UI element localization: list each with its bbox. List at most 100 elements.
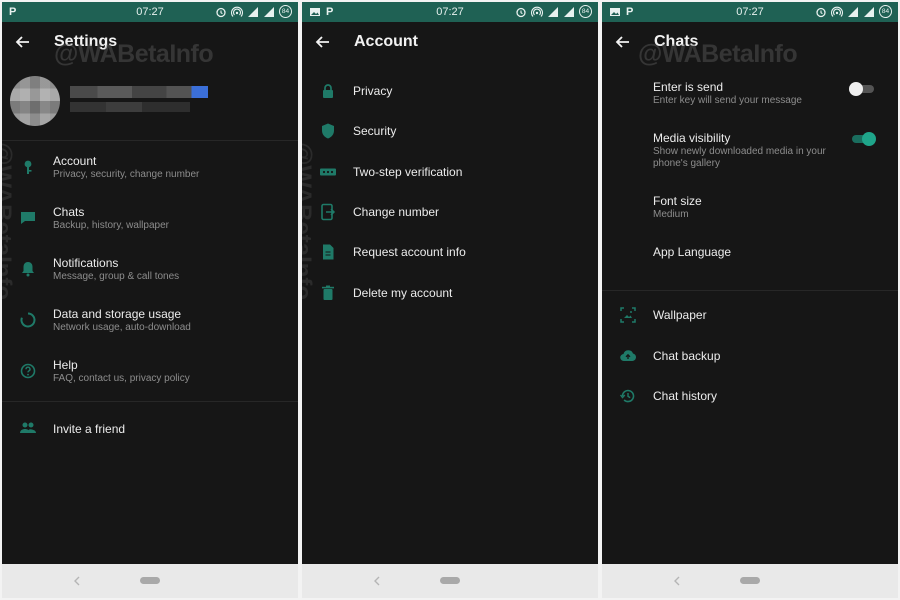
avatar[interactable] <box>10 76 60 126</box>
chats-setting-sub: Show newly downloaded media in your phon… <box>653 146 826 169</box>
signal-icon <box>264 6 274 17</box>
signal-icon <box>864 6 874 17</box>
account-item-request-info[interactable]: Request account info <box>302 237 598 267</box>
chats-setting-enter-is-send[interactable]: Enter is send Enter key will send your m… <box>602 76 898 116</box>
account-item-change-number[interactable]: Change number <box>302 197 598 227</box>
key-icon <box>24 160 32 174</box>
chats-setting-label: Font size <box>653 194 702 208</box>
account-item-label: Privacy <box>353 84 393 98</box>
trash-icon <box>322 285 334 300</box>
nav-home-pill[interactable] <box>440 577 460 584</box>
hotspot-icon <box>231 6 243 17</box>
chats-setting-app-language[interactable]: App Language <box>602 240 898 268</box>
alarm-icon <box>516 7 526 17</box>
settings-item-chats[interactable]: Chats Backup, history, wallpaper <box>2 201 298 245</box>
settings-item-label: Account <box>53 154 97 168</box>
settings-item-sub: Network usage, auto-download <box>53 322 191 333</box>
shield-icon <box>322 123 334 139</box>
enter-is-send-toggle[interactable] <box>849 82 876 96</box>
hotspot-icon <box>831 6 843 17</box>
account-item-label: Two-step verification <box>353 165 463 179</box>
toggle-knob <box>862 132 876 146</box>
bell-icon <box>22 262 34 277</box>
signal-icon <box>248 6 258 17</box>
page-title: Account <box>354 33 418 50</box>
chats-setting-label: Enter is send <box>653 80 724 94</box>
watermark: @WABetaInfo <box>638 40 798 68</box>
nav-home-pill[interactable] <box>740 577 760 584</box>
chats-item-history[interactable]: Chat history <box>602 381 898 411</box>
signal-icon <box>548 6 558 17</box>
toggle-knob <box>849 82 863 96</box>
signal-icon <box>564 6 574 17</box>
settings-item-data-storage[interactable]: Data and storage usage Network usage, au… <box>2 303 298 347</box>
hotspot-icon <box>531 6 543 17</box>
change-number-icon <box>321 203 336 221</box>
system-nav-bar <box>602 564 898 598</box>
settings-item-sub: Message, group & call tones <box>53 271 180 282</box>
chats-screen: P 07:27 84 Chats @WABetaInfo Enter is se… <box>602 2 898 598</box>
wallpaper-icon <box>620 307 636 323</box>
data-usage-icon <box>20 312 36 328</box>
profile-name-blurred[interactable] <box>70 86 208 98</box>
alarm-icon <box>816 7 826 17</box>
status-bar: P 07:27 84 <box>602 2 898 22</box>
system-nav-bar <box>302 564 598 598</box>
account-item-privacy[interactable]: Privacy <box>302 76 598 106</box>
nav-home-pill[interactable] <box>140 577 160 584</box>
account-item-security[interactable]: Security <box>302 116 598 146</box>
help-icon <box>20 363 36 379</box>
chats-item-label: Chat backup <box>653 349 721 363</box>
nav-back-icon[interactable] <box>72 575 82 587</box>
nav-back-icon[interactable] <box>672 575 682 587</box>
battery-icon: 84 <box>879 5 892 18</box>
cloud-upload-icon <box>620 350 636 362</box>
chats-setting-sub: Medium <box>653 209 689 220</box>
chats-item-label: Chat history <box>653 389 718 403</box>
chats-item-label: Wallpaper <box>653 308 707 322</box>
back-arrow-icon[interactable] <box>14 33 32 51</box>
settings-item-account[interactable]: Account Privacy, security, change number <box>2 150 298 194</box>
watermark: @WABetaInfo <box>54 40 214 68</box>
settings-item-label: Help <box>53 358 78 372</box>
battery-icon: 84 <box>579 5 592 18</box>
alarm-icon <box>216 7 226 17</box>
document-icon <box>323 244 334 260</box>
settings-item-help[interactable]: Help FAQ, contact us, privacy policy <box>2 354 298 398</box>
invite-friend-item[interactable]: Invite a friend <box>2 413 298 443</box>
account-item-two-step[interactable]: Two-step verification <box>302 157 598 187</box>
back-arrow-icon[interactable] <box>314 33 332 51</box>
people-icon <box>20 422 36 433</box>
history-icon <box>619 389 635 403</box>
nav-back-icon[interactable] <box>372 575 382 587</box>
dots-icon <box>320 168 336 176</box>
system-nav-bar <box>2 564 298 598</box>
account-item-label: Change number <box>353 205 440 219</box>
account-item-label: Request account info <box>353 245 466 259</box>
chats-setting-label: Media visibility <box>653 131 731 145</box>
divider <box>602 290 898 291</box>
settings-item-sub: Backup, history, wallpaper <box>53 220 169 231</box>
settings-item-notifications[interactable]: Notifications Message, group & call tone… <box>2 252 298 296</box>
settings-item-label: Data and storage usage <box>53 307 182 321</box>
profile-status-blurred <box>70 102 190 112</box>
back-arrow-icon[interactable] <box>614 33 632 51</box>
media-visibility-toggle[interactable] <box>850 132 876 146</box>
status-bar: P 07:27 84 <box>302 2 598 22</box>
chats-setting-media-visibility[interactable]: Media visibility Show newly downloaded m… <box>602 127 898 175</box>
account-screen: P 07:27 84 Account @WABetaInfo Privacy S… <box>302 2 598 598</box>
chats-item-wallpaper[interactable]: Wallpaper <box>602 300 898 330</box>
chats-setting-font-size[interactable]: Font size Medium <box>602 190 898 226</box>
chats-setting-sub: Enter key will send your message <box>653 95 802 106</box>
chats-item-backup[interactable]: Chat backup <box>602 341 898 371</box>
settings-item-label: Notifications <box>53 256 119 270</box>
battery-icon: 84 <box>279 5 292 18</box>
settings-item-sub: FAQ, contact us, privacy policy <box>53 373 190 384</box>
status-bar: P 07:27 84 <box>2 2 298 22</box>
lock-icon <box>323 84 333 98</box>
settings-item-sub: Privacy, security, change number <box>53 169 200 180</box>
account-item-delete[interactable]: Delete my account <box>302 278 598 308</box>
chat-icon <box>21 212 35 224</box>
chats-setting-label: App Language <box>653 245 732 259</box>
invite-friend-label: Invite a friend <box>53 422 126 436</box>
